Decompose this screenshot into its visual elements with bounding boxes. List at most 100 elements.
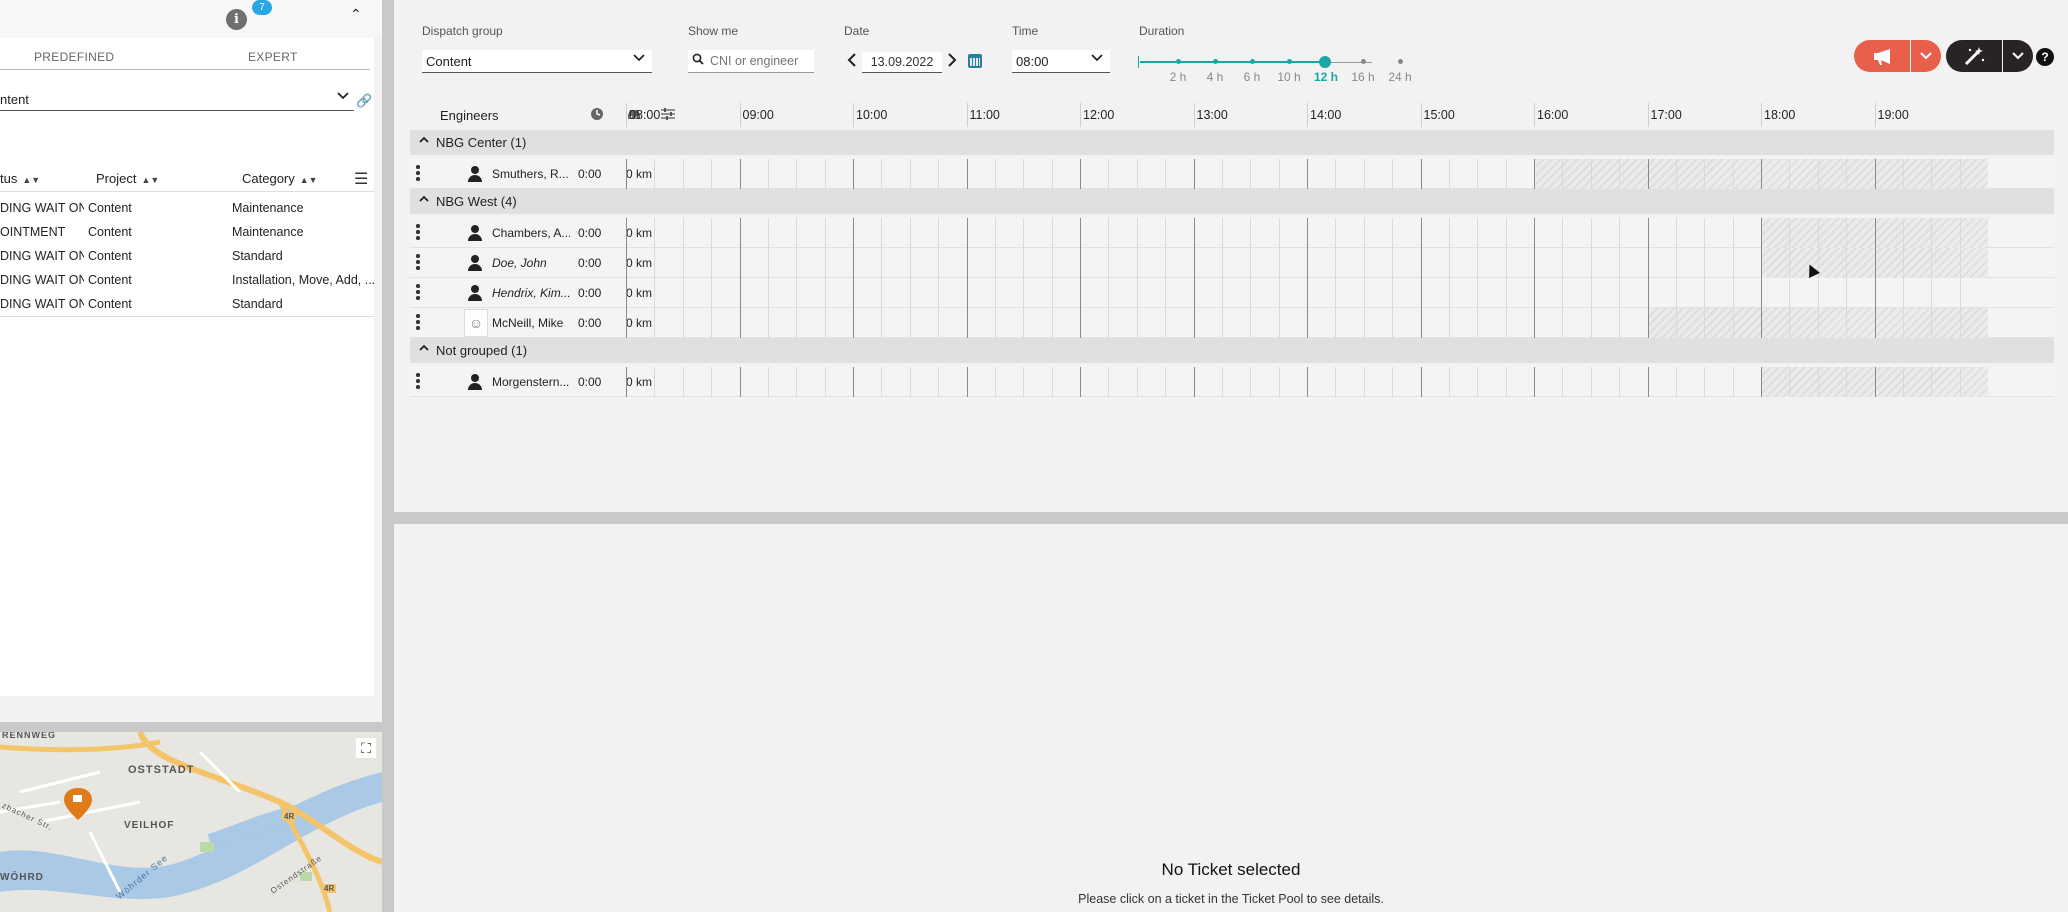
hour-gridline bbox=[1761, 248, 1762, 278]
duration-handle[interactable] bbox=[1319, 56, 1331, 68]
dispatch-group-select[interactable]: Content bbox=[422, 50, 652, 73]
quarter-gridline bbox=[1278, 248, 1280, 278]
date-input[interactable]: 13.09.2022 bbox=[862, 52, 942, 73]
chevron-up-icon[interactable] bbox=[418, 342, 430, 357]
auto-dispatch-dropdown-button[interactable] bbox=[2003, 40, 2033, 72]
chevron-up-icon[interactable] bbox=[418, 134, 430, 149]
quarter-gridline bbox=[1505, 248, 1507, 278]
table-row[interactable]: DING WAIT ON... Content Standard bbox=[0, 292, 374, 316]
table-row[interactable]: DING WAIT ON... Content Standard bbox=[0, 244, 374, 268]
quarter-gridline bbox=[654, 278, 656, 308]
chevron-right-icon[interactable] bbox=[946, 50, 958, 74]
group-header[interactable]: NBG Center (1) bbox=[410, 130, 2054, 155]
engineer-row[interactable]: Chambers, A... 0:00 0 km bbox=[410, 218, 2054, 248]
duration-option[interactable]: 16 h bbox=[1343, 70, 1383, 84]
engineer-name[interactable]: Doe, John bbox=[492, 256, 570, 270]
more-options-icon[interactable] bbox=[416, 165, 420, 181]
quarter-gridline bbox=[796, 367, 798, 397]
more-options-icon[interactable] bbox=[416, 254, 420, 270]
fullscreen-icon[interactable]: ⛶ bbox=[356, 738, 376, 758]
column-project-label: Project bbox=[96, 171, 137, 186]
hour-gridline bbox=[1534, 159, 1535, 189]
quarter-gridline bbox=[1051, 367, 1053, 397]
duration-option[interactable]: 10 h bbox=[1269, 70, 1309, 84]
auto-dispatch-button[interactable] bbox=[1946, 40, 2002, 72]
quarter-gridline bbox=[994, 159, 996, 189]
engineer-timeline[interactable] bbox=[626, 308, 2054, 338]
engineer-row[interactable]: Hendrix, Kim... 0:00 0 km bbox=[410, 278, 2054, 308]
duration-option-selected[interactable]: 12 h bbox=[1306, 70, 1346, 84]
search-input[interactable] bbox=[710, 52, 810, 70]
more-options-icon[interactable] bbox=[416, 314, 420, 330]
more-options-icon[interactable] bbox=[416, 373, 420, 389]
more-options-icon[interactable] bbox=[416, 284, 420, 300]
collapse-up-icon[interactable]: ⌃ bbox=[350, 6, 362, 23]
announce-button[interactable] bbox=[1854, 40, 1910, 72]
engineer-timeline[interactable] bbox=[626, 248, 2054, 278]
duration-option[interactable]: 6 h bbox=[1232, 70, 1272, 84]
chevron-up-icon[interactable] bbox=[418, 193, 430, 208]
quarter-gridline bbox=[1590, 367, 1592, 397]
tab-expert[interactable]: EXPERT bbox=[248, 50, 298, 64]
table-row[interactable]: DING WAIT ON... Content Maintenance bbox=[0, 196, 374, 220]
hour-gridline bbox=[853, 278, 854, 308]
group-header[interactable]: NBG West (4) bbox=[410, 189, 2054, 214]
tab-predefined[interactable]: PREDEFINED bbox=[34, 50, 114, 64]
quarter-gridline bbox=[938, 218, 940, 248]
engineer-timeline[interactable] bbox=[626, 278, 2054, 308]
engineer-name[interactable]: Morgenstern... bbox=[492, 375, 570, 389]
hour-gridline bbox=[626, 308, 627, 338]
column-status[interactable]: tus ▲▼ bbox=[0, 171, 40, 186]
duration-option[interactable]: 4 h bbox=[1195, 70, 1235, 84]
engineer-row[interactable]: Smuthers, R... 0:00 0 km bbox=[410, 159, 2054, 189]
map-view[interactable]: RENNWEG OSTSTADT VEILHOF WÖHRD Wöhrder S… bbox=[0, 732, 382, 912]
engineer-timeline[interactable] bbox=[626, 159, 2054, 189]
engineer-name[interactable]: Smuthers, R... bbox=[492, 167, 570, 181]
hour-label: 08:00 bbox=[629, 108, 661, 122]
announce-dropdown-button[interactable] bbox=[1911, 40, 1941, 72]
link-icon[interactable]: 🔗 bbox=[356, 93, 372, 109]
duration-fill bbox=[1140, 61, 1324, 63]
duration-stop[interactable] bbox=[1176, 59, 1181, 64]
engineer-name[interactable]: Hendrix, Kim... bbox=[492, 286, 570, 300]
more-options-icon[interactable] bbox=[416, 224, 420, 240]
engineer-row[interactable]: ☺ McNeill, Mike 0:00 0 km bbox=[410, 308, 2054, 338]
table-row[interactable]: OINTMENT Content Maintenance bbox=[0, 220, 374, 244]
calendar-icon[interactable] bbox=[968, 54, 982, 68]
quarter-gridline bbox=[1789, 248, 1791, 278]
engineer-row[interactable]: Morgenstern... 0:00 0 km bbox=[410, 367, 2054, 397]
engineer-timeline[interactable] bbox=[626, 367, 2054, 397]
engineer-name[interactable]: Chambers, A... bbox=[492, 226, 570, 240]
table-row[interactable]: DING WAIT ON... Content Installation, Mo… bbox=[0, 268, 374, 292]
duration-stop[interactable] bbox=[1287, 59, 1292, 64]
column-settings-icon[interactable]: ☰ bbox=[354, 169, 368, 189]
search-field[interactable] bbox=[688, 50, 814, 73]
group-header[interactable]: Not grouped (1) bbox=[410, 338, 2054, 363]
duration-stop[interactable] bbox=[1398, 59, 1403, 64]
engineer-name[interactable]: McNeill, Mike bbox=[492, 316, 570, 330]
column-project[interactable]: Project ▲▼ bbox=[96, 171, 159, 186]
magic-wand-icon bbox=[1964, 47, 1985, 66]
time-select[interactable]: 08:00 bbox=[1012, 50, 1110, 73]
duration-stop[interactable] bbox=[1250, 59, 1255, 64]
info-icon[interactable]: i bbox=[226, 9, 247, 30]
quarter-gridline bbox=[796, 218, 798, 248]
quarter-gridline bbox=[1051, 159, 1053, 189]
engineer-timeline[interactable] bbox=[626, 218, 2054, 248]
help-icon[interactable]: ? bbox=[2036, 48, 2054, 66]
duration-stop[interactable] bbox=[1213, 59, 1218, 64]
duration-option[interactable]: 2 h bbox=[1158, 70, 1198, 84]
duration-stop[interactable] bbox=[1361, 59, 1366, 64]
quarter-gridline bbox=[909, 308, 911, 338]
clock-icon[interactable] bbox=[590, 107, 604, 124]
duration-option[interactable]: 24 h bbox=[1380, 70, 1420, 84]
hour-gridline bbox=[739, 248, 741, 278]
hour-gridline bbox=[1420, 218, 1422, 248]
quarter-gridline bbox=[1392, 248, 1394, 278]
filter-select[interactable]: ntent bbox=[0, 88, 354, 111]
quarter-gridline bbox=[682, 159, 684, 189]
column-category[interactable]: Category ▲▼ bbox=[242, 171, 318, 186]
filter-settings-icon[interactable] bbox=[660, 107, 676, 124]
quarter-gridline bbox=[1931, 308, 1933, 338]
chevron-left-icon[interactable] bbox=[846, 50, 858, 74]
